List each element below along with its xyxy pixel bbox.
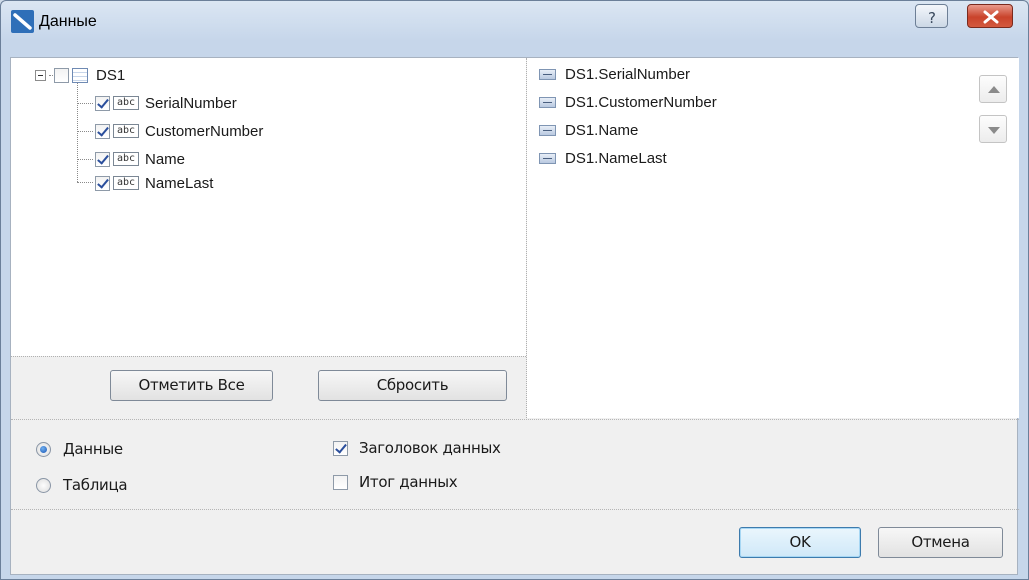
dialog-body: DS1 abc SerialNumber abc CustomerNumber … [10, 57, 1019, 575]
svg-text:?: ? [928, 9, 936, 27]
tree-line [49, 74, 53, 76]
checkbox[interactable] [95, 95, 110, 111]
list-item[interactable]: DS1.Name [539, 119, 638, 141]
cancel-button[interactable]: Отмена [878, 527, 1003, 558]
tree-item-customernumber[interactable]: abc CustomerNumber [95, 120, 263, 142]
selected-fields-list[interactable]: DS1.SerialNumber DS1.CustomerNumber DS1.… [527, 58, 1019, 418]
field-icon [539, 68, 556, 80]
checkbox[interactable] [95, 175, 110, 191]
tree-line [77, 159, 93, 160]
tree-line [77, 76, 78, 182]
tree-item-label: Name [145, 150, 186, 168]
checkbox-label: Итог данных [359, 473, 458, 491]
checkbox-data-total[interactable]: Итог данных [333, 471, 458, 493]
tree-line [77, 103, 93, 104]
list-item-label: DS1.NameLast [565, 149, 667, 167]
field-icon [539, 96, 556, 108]
radio-table[interactable]: Таблица [36, 474, 128, 496]
data-dialog: Данные ? DS1 abc SerialNumber abc Custom… [0, 0, 1029, 580]
select-all-button[interactable]: Отметить Все [110, 370, 273, 401]
move-down-button[interactable] [979, 115, 1007, 143]
radio-button[interactable] [36, 477, 51, 493]
checkbox-label: Заголовок данных [359, 439, 501, 457]
tree-line [77, 131, 93, 132]
tree-item-label: CustomerNumber [145, 122, 264, 140]
list-item-label: DS1.CustomerNumber [565, 93, 717, 111]
string-type-icon: abc [113, 152, 139, 166]
ok-button[interactable]: OK [739, 527, 861, 558]
checkbox[interactable] [333, 474, 348, 490]
help-button[interactable]: ? [915, 4, 948, 28]
tree-root-ds1[interactable]: DS1 [35, 64, 125, 86]
dialog-title: Данные [39, 13, 97, 30]
checkbox[interactable] [54, 67, 69, 83]
close-button[interactable] [967, 4, 1013, 28]
arrow-down-icon [988, 127, 1000, 134]
checkbox[interactable] [95, 123, 110, 139]
tree-line [77, 182, 93, 183]
list-item[interactable]: DS1.NameLast [539, 147, 667, 169]
string-type-icon: abc [113, 96, 139, 110]
arrow-up-icon [988, 86, 1000, 93]
tree-item-label: SerialNumber [145, 94, 237, 112]
string-type-icon: abc [113, 124, 139, 138]
radio-data[interactable]: Данные [36, 438, 123, 460]
tree-button-bar: Отметить Все Сбросить [11, 356, 526, 418]
table-icon [72, 67, 88, 83]
field-icon [539, 124, 556, 136]
tree-item-serialnumber[interactable]: abc SerialNumber [95, 92, 237, 114]
radio-button[interactable] [36, 441, 51, 457]
list-item-label: DS1.Name [565, 121, 639, 139]
tree-item-label: DS1 [96, 66, 126, 84]
field-tree[interactable]: DS1 abc SerialNumber abc CustomerNumber … [11, 58, 526, 356]
list-item[interactable]: DS1.CustomerNumber [539, 91, 717, 113]
checkbox-data-header[interactable]: Заголовок данных [333, 437, 501, 459]
tree-item-label: NameLast [145, 174, 214, 192]
move-up-button[interactable] [979, 75, 1007, 103]
divider [11, 419, 1019, 420]
checkbox[interactable] [333, 440, 348, 456]
tree-item-name[interactable]: abc Name [95, 148, 185, 170]
field-icon [539, 152, 556, 164]
list-item-label: DS1.SerialNumber [565, 65, 691, 83]
collapse-icon[interactable] [35, 69, 46, 81]
dialog-icon [11, 10, 34, 33]
divider [11, 509, 1019, 510]
radio-label: Таблица [63, 476, 128, 494]
radio-label: Данные [63, 440, 123, 458]
reset-button[interactable]: Сбросить [318, 370, 507, 401]
close-icon [983, 10, 999, 24]
string-type-icon: abc [113, 176, 139, 190]
tree-item-namelast[interactable]: abc NameLast [95, 172, 213, 194]
list-item[interactable]: DS1.SerialNumber [539, 63, 690, 85]
help-icon: ? [928, 9, 936, 27]
checkbox[interactable] [95, 151, 110, 167]
title-bar: Данные ? [1, 1, 1028, 45]
